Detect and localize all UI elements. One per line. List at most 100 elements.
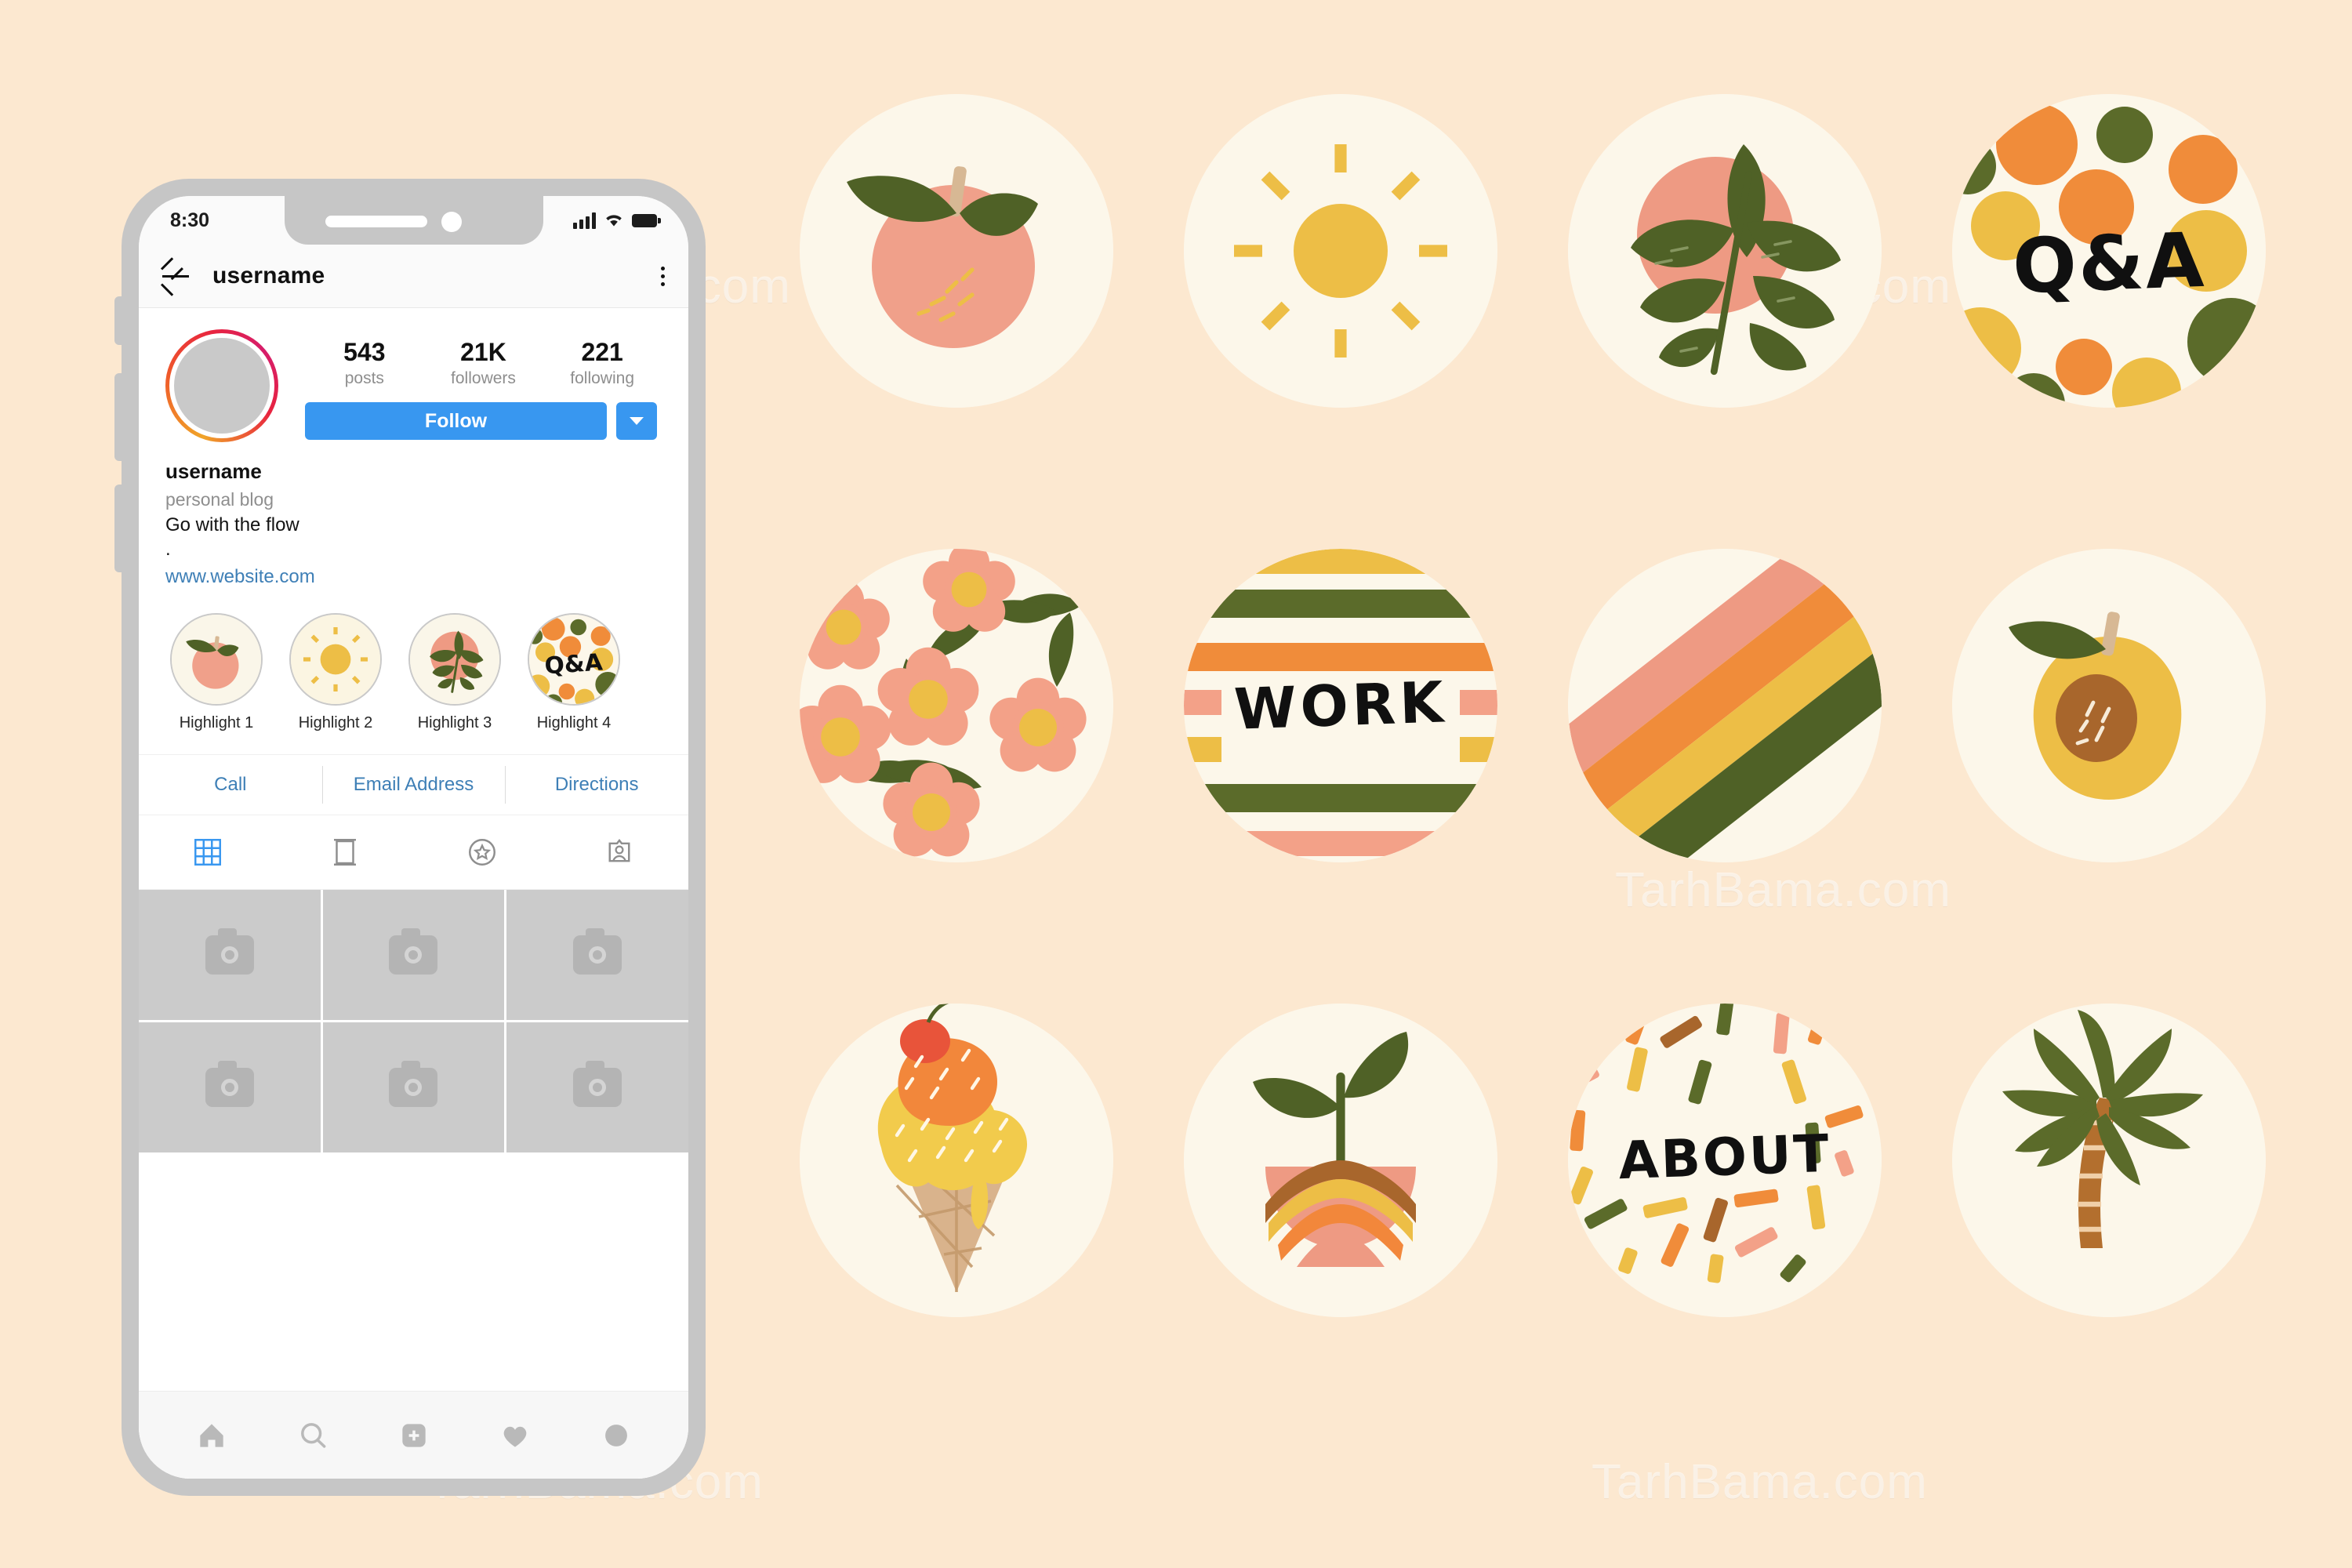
profile-category: personal blog: [165, 489, 274, 510]
camera-icon: [389, 1061, 438, 1107]
stat-followers[interactable]: 21K followers: [445, 338, 521, 388]
post-cell[interactable]: [506, 1022, 688, 1152]
email-address-button[interactable]: Email Address: [321, 755, 506, 815]
profile-stats: 543 posts 21K followers 221 following: [305, 329, 662, 388]
about-text: ABOUT: [1617, 1123, 1832, 1192]
nav-activity[interactable]: [497, 1417, 533, 1454]
tagged-person-icon: [608, 838, 630, 862]
bottom-navigation: [139, 1391, 688, 1479]
phone-mockup: 8:30 username 543 posts 21K followers 22…: [114, 179, 717, 1496]
app-bar-title: username: [212, 263, 325, 289]
post-cell[interactable]: [506, 890, 688, 1020]
chevron-down-icon: [630, 417, 644, 426]
peach-cover[interactable]: [800, 94, 1113, 408]
profile-avatar-icon: [604, 1424, 627, 1446]
camera-icon: [205, 1061, 254, 1107]
camera-icon: [573, 928, 622, 975]
camera-icon: [389, 928, 438, 975]
volume-up-button[interactable]: [114, 373, 124, 461]
highlight-item-1[interactable]: Highlight 1: [170, 613, 263, 732]
palm-cover[interactable]: [1952, 1004, 2266, 1317]
battery-icon: [632, 213, 661, 227]
nav-add-post[interactable]: [396, 1417, 432, 1454]
poster-canvas: TarhBama.com TarhBama.com TarhBama.com T…: [0, 0, 2352, 1568]
work-text: WORK: [1232, 669, 1449, 742]
stat-label: posts: [344, 369, 384, 388]
add-post-icon: [401, 1423, 426, 1447]
app-bar: username: [139, 245, 688, 308]
volume-down-button[interactable]: [114, 485, 124, 572]
tab-reels[interactable]: [276, 836, 413, 869]
mute-switch[interactable]: [114, 296, 124, 345]
profile-bio-line: Go with the flow: [165, 514, 299, 535]
sun-cover[interactable]: [1184, 94, 1497, 408]
stat-value: 221: [581, 338, 623, 366]
highlight-label: Highlight 4: [536, 714, 612, 731]
floral-cover[interactable]: [800, 549, 1113, 862]
camera-icon: [205, 928, 254, 975]
profile-tab-bar: [139, 815, 688, 890]
post-cell[interactable]: [139, 890, 321, 1020]
story-highlights: Highlight 1 Highlight 2 Highlight 3 Q&A …: [139, 588, 688, 732]
camera-icon: [573, 1061, 622, 1107]
posts-grid: [139, 890, 688, 1152]
highlight-item-2[interactable]: Highlight 2: [289, 613, 382, 732]
reels-icon: [333, 839, 356, 866]
profile-bio-dot: .: [165, 539, 171, 560]
signal-bars-icon: [573, 212, 596, 229]
post-cell[interactable]: [139, 1022, 321, 1152]
profile-header: 543 posts 21K followers 221 following Fo…: [139, 307, 688, 442]
work-cover[interactable]: WORK: [1184, 549, 1497, 862]
tab-highlights[interactable]: [414, 836, 551, 869]
highlight-item-4[interactable]: Q&A Highlight 4: [528, 613, 620, 732]
phone-screen: 8:30 username 543 posts 21K followers 22…: [139, 196, 688, 1479]
post-cell[interactable]: [322, 890, 505, 1020]
highlight-item-3[interactable]: Highlight 3: [408, 613, 501, 732]
profile-bio: username personal blog Go with the flow …: [139, 442, 688, 588]
back-arrow-icon[interactable]: [159, 260, 192, 296]
more-options-button[interactable]: [616, 402, 657, 441]
status-time: 8:30: [170, 209, 210, 231]
avatar[interactable]: [165, 329, 278, 442]
stat-following[interactable]: 221 following: [564, 338, 640, 388]
kebab-menu-icon[interactable]: [661, 266, 665, 286]
highlight-label: Highlight 3: [417, 714, 492, 731]
highlight-label: Highlight 2: [298, 714, 373, 731]
heart-icon: [503, 1426, 526, 1447]
call-button[interactable]: Call: [139, 755, 322, 815]
stat-value: 543: [343, 338, 386, 366]
contact-action-row: Call Email Address Directions: [139, 754, 688, 815]
leaf-cover[interactable]: [1568, 94, 1882, 408]
status-icons: [573, 212, 661, 229]
stat-label: following: [570, 369, 634, 388]
stat-posts[interactable]: 543 posts: [327, 338, 402, 388]
stat-value: 21K: [460, 338, 506, 366]
highlight-cover-gallery: Q&A WORK ABOUT: [780, 82, 2317, 1486]
phone-frame: 8:30 username 543 posts 21K followers 22…: [114, 179, 706, 1496]
nav-profile[interactable]: [598, 1417, 634, 1454]
earpiece-speaker: [325, 216, 427, 227]
avatar-image: [174, 338, 270, 434]
icecream-cover[interactable]: [800, 1004, 1113, 1317]
profile-actions: Follow: [305, 402, 662, 441]
plant-cover[interactable]: [1184, 1004, 1497, 1317]
profile-website-link[interactable]: www.website.com: [165, 566, 662, 588]
highlight-label: Highlight 1: [179, 714, 254, 731]
star-circle-icon: [469, 839, 496, 866]
rainbow-cover[interactable]: [1568, 549, 1882, 862]
tab-tagged[interactable]: [551, 836, 688, 869]
tab-grid[interactable]: [139, 836, 276, 869]
directions-button[interactable]: Directions: [505, 755, 688, 815]
profile-content: 543 posts 21K followers 221 following Fo…: [139, 307, 688, 1479]
qanda-cover[interactable]: Q&A: [1952, 94, 2266, 408]
post-cell[interactable]: [322, 1022, 505, 1152]
search-icon: [300, 1422, 325, 1448]
svg-text:Q&A: Q&A: [543, 648, 603, 679]
front-camera: [441, 212, 462, 232]
nav-search[interactable]: [295, 1417, 331, 1454]
apricot-cover[interactable]: [1952, 549, 2266, 862]
about-cover[interactable]: ABOUT: [1568, 1004, 1882, 1317]
nav-home[interactable]: [194, 1417, 230, 1454]
follow-button[interactable]: Follow: [305, 402, 607, 441]
grid-icon: [194, 839, 221, 866]
